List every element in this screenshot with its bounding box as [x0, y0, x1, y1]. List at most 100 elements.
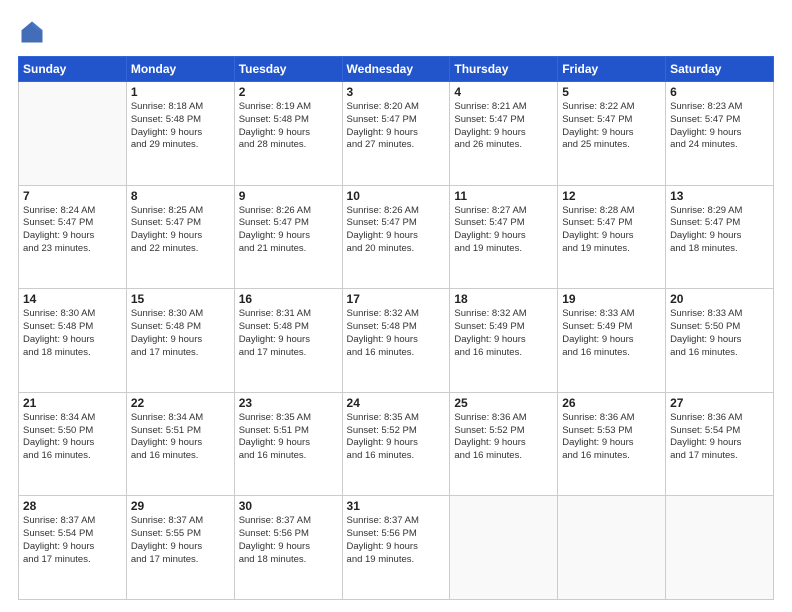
day-info: Sunrise: 8:37 AM Sunset: 5:56 PM Dayligh… — [347, 515, 446, 566]
day-info: Sunrise: 8:29 AM Sunset: 5:47 PM Dayligh… — [670, 205, 769, 256]
header — [18, 18, 774, 46]
calendar-cell: 31 Sunrise: 8:37 AM Sunset: 5:56 PM Dayli… — [342, 496, 450, 600]
day-info: Sunrise: 8:36 AM Sunset: 5:54 PM Dayligh… — [670, 412, 769, 463]
day-number: 21 — [23, 396, 122, 410]
day-number: 14 — [23, 292, 122, 306]
calendar-week-0: 1 Sunrise: 8:18 AM Sunset: 5:48 PM Daylig… — [19, 82, 774, 186]
logo-icon — [18, 18, 46, 46]
day-info: Sunrise: 8:36 AM Sunset: 5:52 PM Dayligh… — [454, 412, 553, 463]
calendar-cell — [450, 496, 558, 600]
calendar-cell: 26 Sunrise: 8:36 AM Sunset: 5:53 PM Dayli… — [558, 392, 666, 496]
calendar-table: SundayMondayTuesdayWednesdayThursdayFrid… — [18, 56, 774, 600]
calendar-cell: 27 Sunrise: 8:36 AM Sunset: 5:54 PM Dayli… — [666, 392, 774, 496]
day-number: 9 — [239, 189, 338, 203]
calendar-cell: 9 Sunrise: 8:26 AM Sunset: 5:47 PM Daylig… — [234, 185, 342, 289]
calendar-cell: 23 Sunrise: 8:35 AM Sunset: 5:51 PM Dayli… — [234, 392, 342, 496]
calendar-cell: 4 Sunrise: 8:21 AM Sunset: 5:47 PM Daylig… — [450, 82, 558, 186]
calendar-cell: 28 Sunrise: 8:37 AM Sunset: 5:54 PM Dayli… — [19, 496, 127, 600]
day-number: 23 — [239, 396, 338, 410]
calendar-week-4: 28 Sunrise: 8:37 AM Sunset: 5:54 PM Dayli… — [19, 496, 774, 600]
day-info: Sunrise: 8:30 AM Sunset: 5:48 PM Dayligh… — [23, 308, 122, 359]
day-info: Sunrise: 8:23 AM Sunset: 5:47 PM Dayligh… — [670, 101, 769, 152]
day-info: Sunrise: 8:31 AM Sunset: 5:48 PM Dayligh… — [239, 308, 338, 359]
calendar-cell: 17 Sunrise: 8:32 AM Sunset: 5:48 PM Dayli… — [342, 289, 450, 393]
day-number: 6 — [670, 85, 769, 99]
day-info: Sunrise: 8:34 AM Sunset: 5:51 PM Dayligh… — [131, 412, 230, 463]
calendar-cell: 6 Sunrise: 8:23 AM Sunset: 5:47 PM Daylig… — [666, 82, 774, 186]
calendar-cell: 15 Sunrise: 8:30 AM Sunset: 5:48 PM Dayli… — [126, 289, 234, 393]
day-number: 27 — [670, 396, 769, 410]
day-info: Sunrise: 8:21 AM Sunset: 5:47 PM Dayligh… — [454, 101, 553, 152]
day-number: 10 — [347, 189, 446, 203]
calendar-cell: 24 Sunrise: 8:35 AM Sunset: 5:52 PM Dayli… — [342, 392, 450, 496]
day-info: Sunrise: 8:36 AM Sunset: 5:53 PM Dayligh… — [562, 412, 661, 463]
day-number: 7 — [23, 189, 122, 203]
day-info: Sunrise: 8:30 AM Sunset: 5:48 PM Dayligh… — [131, 308, 230, 359]
logo — [18, 18, 50, 46]
calendar-cell: 8Sunrise: 8:25 AM Sunset: 5:47 PM Daylig… — [126, 185, 234, 289]
day-info: Sunrise: 8:26 AM Sunset: 5:47 PM Dayligh… — [347, 205, 446, 256]
weekday-header-thursday: Thursday — [450, 57, 558, 82]
weekday-header-row: SundayMondayTuesdayWednesdayThursdayFrid… — [19, 57, 774, 82]
calendar-cell: 1 Sunrise: 8:18 AM Sunset: 5:48 PM Daylig… — [126, 82, 234, 186]
day-number: 19 — [562, 292, 661, 306]
day-info: Sunrise: 8:22 AM Sunset: 5:47 PM Dayligh… — [562, 101, 661, 152]
weekday-header-friday: Friday — [558, 57, 666, 82]
day-info: Sunrise: 8:18 AM Sunset: 5:48 PM Dayligh… — [131, 101, 230, 152]
day-info: Sunrise: 8:27 AM Sunset: 5:47 PM Dayligh… — [454, 205, 553, 256]
weekday-header-monday: Monday — [126, 57, 234, 82]
day-info: Sunrise: 8:34 AM Sunset: 5:50 PM Dayligh… — [23, 412, 122, 463]
calendar-cell: 19Sunrise: 8:33 AM Sunset: 5:49 PM Dayli… — [558, 289, 666, 393]
calendar-cell: 25 Sunrise: 8:36 AM Sunset: 5:52 PM Dayli… — [450, 392, 558, 496]
day-info: Sunrise: 8:26 AM Sunset: 5:47 PM Dayligh… — [239, 205, 338, 256]
calendar-cell: 14 Sunrise: 8:30 AM Sunset: 5:48 PM Dayli… — [19, 289, 127, 393]
calendar-cell — [666, 496, 774, 600]
day-number: 29 — [131, 499, 230, 513]
day-info: Sunrise: 8:37 AM Sunset: 5:55 PM Dayligh… — [131, 515, 230, 566]
calendar-week-2: 14 Sunrise: 8:30 AM Sunset: 5:48 PM Dayli… — [19, 289, 774, 393]
calendar-cell: 7 Sunrise: 8:24 AM Sunset: 5:47 PM Daylig… — [19, 185, 127, 289]
calendar-cell: 13Sunrise: 8:29 AM Sunset: 5:47 PM Dayli… — [666, 185, 774, 289]
calendar-cell: 11 Sunrise: 8:27 AM Sunset: 5:47 PM Dayli… — [450, 185, 558, 289]
day-number: 28 — [23, 499, 122, 513]
page: SundayMondayTuesdayWednesdayThursdayFrid… — [0, 0, 792, 612]
day-number: 1 — [131, 85, 230, 99]
weekday-header-tuesday: Tuesday — [234, 57, 342, 82]
day-number: 12 — [562, 189, 661, 203]
weekday-header-wednesday: Wednesday — [342, 57, 450, 82]
day-info: Sunrise: 8:33 AM Sunset: 5:50 PM Dayligh… — [670, 308, 769, 359]
calendar-cell: 29 Sunrise: 8:37 AM Sunset: 5:55 PM Dayli… — [126, 496, 234, 600]
day-number: 17 — [347, 292, 446, 306]
calendar-week-1: 7 Sunrise: 8:24 AM Sunset: 5:47 PM Daylig… — [19, 185, 774, 289]
day-number: 2 — [239, 85, 338, 99]
day-number: 26 — [562, 396, 661, 410]
calendar-cell: 3Sunrise: 8:20 AM Sunset: 5:47 PM Daylig… — [342, 82, 450, 186]
day-info: Sunrise: 8:37 AM Sunset: 5:54 PM Dayligh… — [23, 515, 122, 566]
day-number: 24 — [347, 396, 446, 410]
day-info: Sunrise: 8:24 AM Sunset: 5:47 PM Dayligh… — [23, 205, 122, 256]
day-number: 11 — [454, 189, 553, 203]
day-info: Sunrise: 8:37 AM Sunset: 5:56 PM Dayligh… — [239, 515, 338, 566]
calendar-week-3: 21 Sunrise: 8:34 AM Sunset: 5:50 PM Dayli… — [19, 392, 774, 496]
calendar-cell — [558, 496, 666, 600]
calendar-cell: 5 Sunrise: 8:22 AM Sunset: 5:47 PM Daylig… — [558, 82, 666, 186]
day-number: 5 — [562, 85, 661, 99]
calendar-cell: 16 Sunrise: 8:31 AM Sunset: 5:48 PM Dayli… — [234, 289, 342, 393]
day-number: 15 — [131, 292, 230, 306]
day-info: Sunrise: 8:20 AM Sunset: 5:47 PM Dayligh… — [347, 101, 446, 152]
day-number: 20 — [670, 292, 769, 306]
day-number: 31 — [347, 499, 446, 513]
calendar-cell: 12Sunrise: 8:28 AM Sunset: 5:47 PM Dayli… — [558, 185, 666, 289]
calendar-cell: 21 Sunrise: 8:34 AM Sunset: 5:50 PM Dayli… — [19, 392, 127, 496]
day-number: 18 — [454, 292, 553, 306]
day-info: Sunrise: 8:35 AM Sunset: 5:51 PM Dayligh… — [239, 412, 338, 463]
day-info: Sunrise: 8:19 AM Sunset: 5:48 PM Dayligh… — [239, 101, 338, 152]
calendar-cell: 20 Sunrise: 8:33 AM Sunset: 5:50 PM Dayli… — [666, 289, 774, 393]
day-info: Sunrise: 8:35 AM Sunset: 5:52 PM Dayligh… — [347, 412, 446, 463]
day-number: 25 — [454, 396, 553, 410]
calendar-cell: 2 Sunrise: 8:19 AM Sunset: 5:48 PM Daylig… — [234, 82, 342, 186]
day-number: 4 — [454, 85, 553, 99]
day-info: Sunrise: 8:32 AM Sunset: 5:48 PM Dayligh… — [347, 308, 446, 359]
day-number: 16 — [239, 292, 338, 306]
calendar-cell: 10 Sunrise: 8:26 AM Sunset: 5:47 PM Dayli… — [342, 185, 450, 289]
